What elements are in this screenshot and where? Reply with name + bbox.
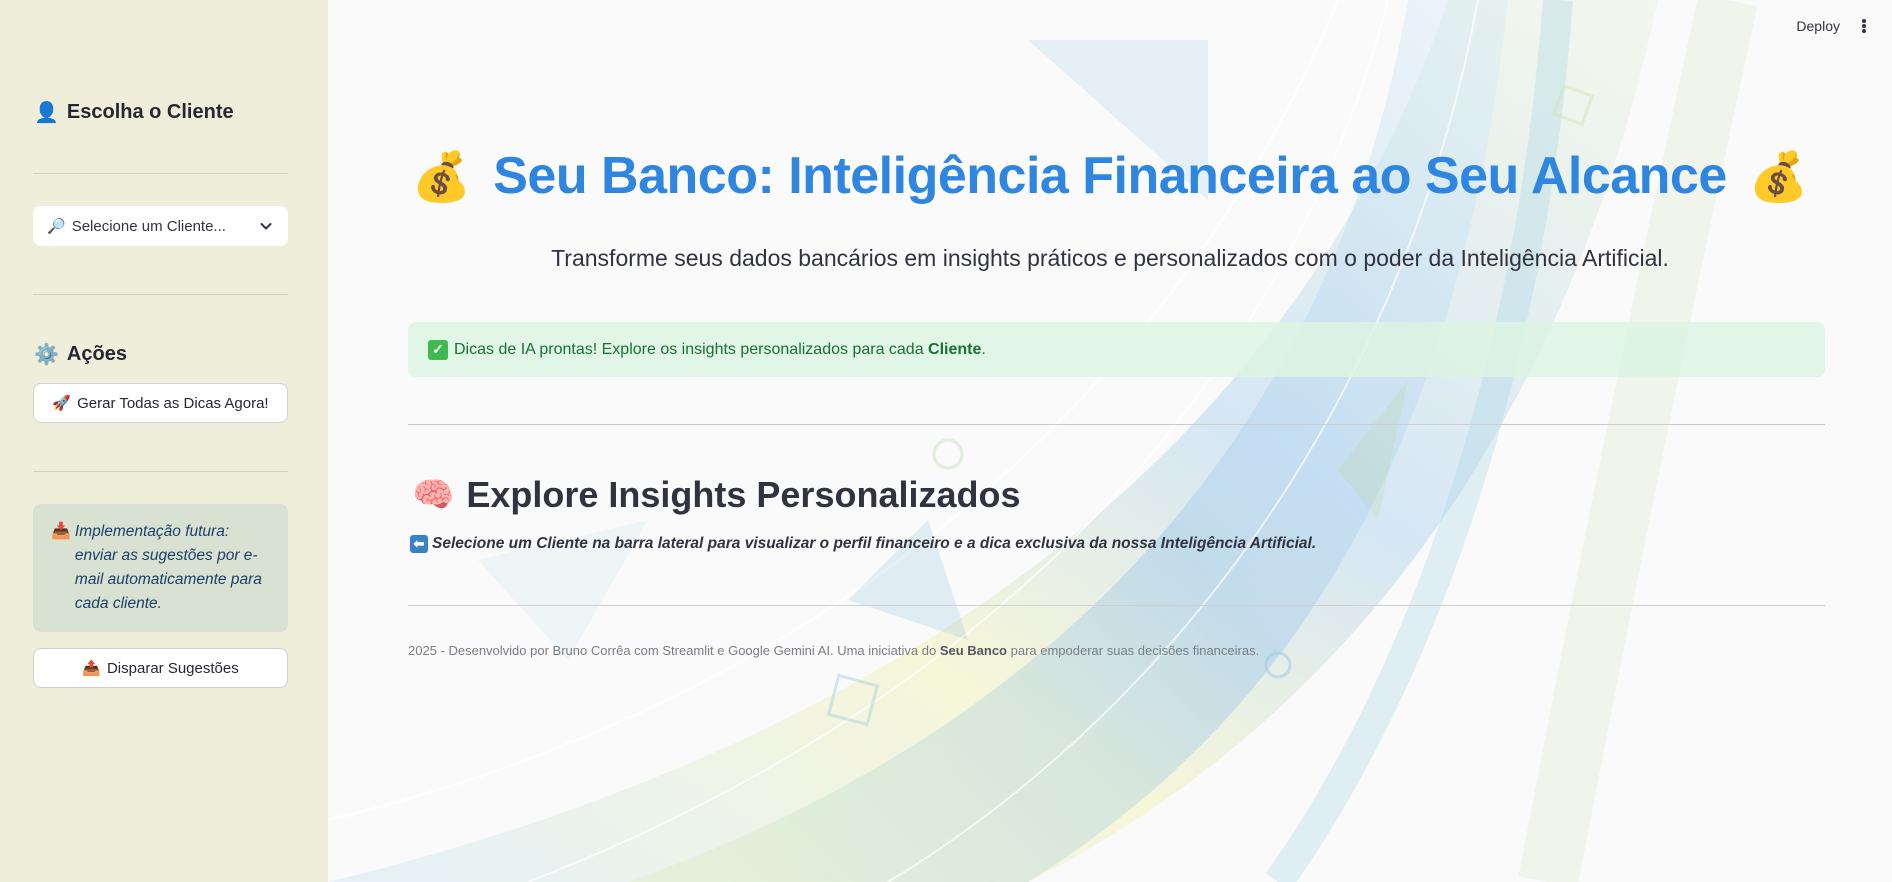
- footer: 2025 - Desenvolvido por Bruno Corrêa com…: [408, 643, 1260, 658]
- future-feature-text: Implementação futura: enviar as sugestõe…: [74, 523, 262, 612]
- client-select-value: Selecione um Cliente...: [71, 217, 226, 235]
- chevron-down-icon: [260, 223, 272, 230]
- actions-heading-text: Ações: [66, 343, 127, 365]
- person-icon: 👤: [34, 102, 59, 124]
- rocket-icon: 🚀: [52, 395, 72, 412]
- sidebar: 👤 Escolha o Cliente 🔎 Selecione um Clien…: [0, 0, 328, 882]
- future-feature-info: 📥 Implementação futura: enviar as sugest…: [33, 504, 288, 632]
- money-bag-icon: 💰: [1748, 150, 1809, 204]
- brain-icon: 🧠: [412, 476, 455, 514]
- divider: [408, 424, 1825, 425]
- main-menu-icon[interactable]: [1858, 16, 1870, 36]
- send-suggestions-label: Disparar Sugestões: [106, 659, 239, 677]
- page-subtitle: Transforme seus dados bancários em insig…: [551, 245, 1669, 271]
- sidebar-divider: [33, 294, 288, 295]
- client-heading-text: Escolha o Cliente: [66, 101, 234, 123]
- success-alert: ✓ Dicas de IA prontas! Explore os insigh…: [408, 322, 1825, 377]
- inbox-icon: 📥: [51, 523, 71, 540]
- actions-heading: ⚙️ Ações: [34, 342, 127, 367]
- send-suggestions-button[interactable]: 📤 Disparar Sugestões: [33, 648, 288, 688]
- outbox-tray-icon: 📤: [82, 660, 101, 677]
- page-title-text: Seu Banco: Inteligência Financeira ao Se…: [493, 147, 1727, 205]
- insights-section-text: Explore Insights Personalizados: [466, 474, 1021, 515]
- sidebar-divider: [33, 471, 288, 472]
- generate-tips-button[interactable]: 🚀 Gerar Todas as Dicas Agora!: [33, 383, 288, 423]
- client-heading: 👤 Escolha o Cliente: [34, 100, 234, 125]
- gear-icon: ⚙️: [34, 344, 59, 366]
- sidebar-divider: [33, 173, 288, 174]
- check-mark-icon: ✓: [428, 339, 448, 360]
- select-client-hint-text: Selecione um Cliente na barra lateral pa…: [432, 535, 1317, 552]
- generate-tips-label: Gerar Todas as Dicas Agora!: [77, 394, 269, 412]
- client-select[interactable]: 🔎 Selecione um Cliente...: [33, 206, 288, 246]
- page-title: 💰 Seu Banco: Inteligência Financeira ao …: [328, 146, 1892, 206]
- left-arrow-icon: ⬅: [410, 535, 428, 553]
- select-client-hint: ⬅ Selecione um Cliente na barra lateral …: [410, 535, 1316, 553]
- magnifier-icon: 🔎: [47, 218, 66, 235]
- money-bag-icon: 💰: [411, 150, 472, 204]
- main-content: Deploy 💰 Seu Banco: Inteligência Finance…: [328, 0, 1892, 882]
- background-graphic: [328, 0, 1758, 882]
- deploy-button[interactable]: Deploy: [1796, 18, 1840, 34]
- insights-section-title: 🧠 Explore Insights Personalizados: [412, 474, 1021, 516]
- success-text: Dicas de IA prontas! Explore os insights…: [454, 340, 986, 358]
- divider: [408, 605, 1825, 606]
